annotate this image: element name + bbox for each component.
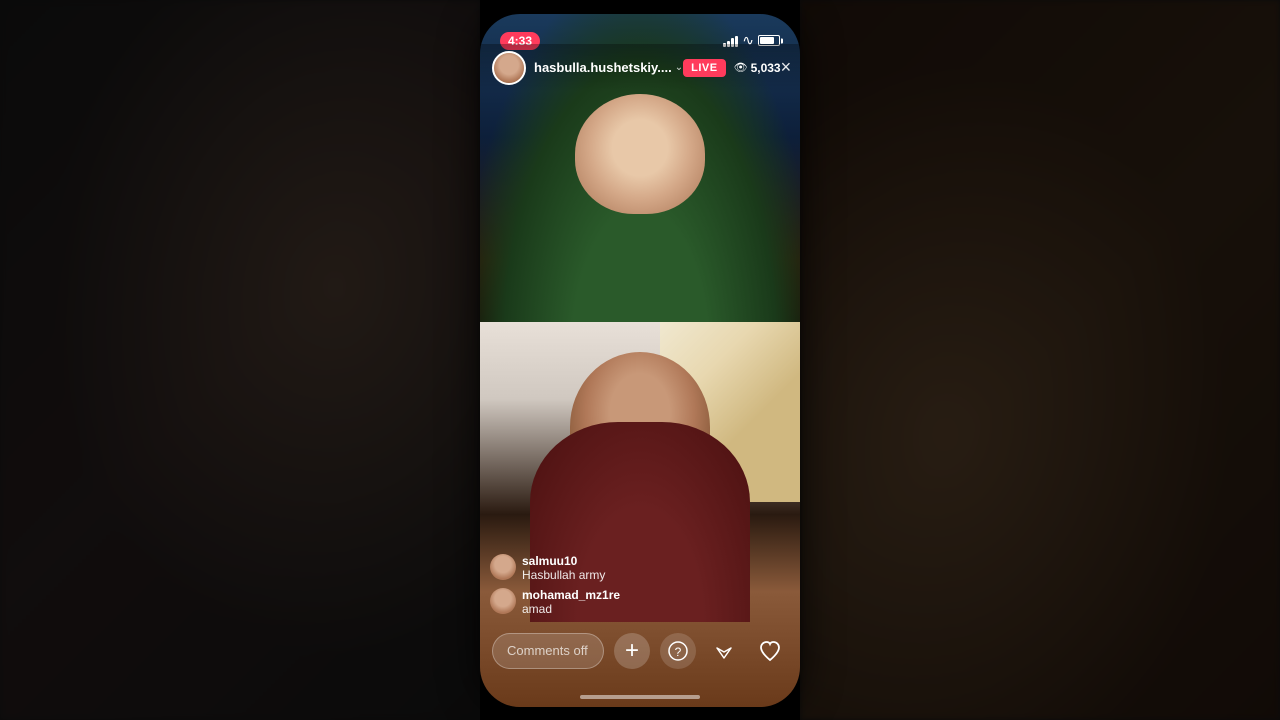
eye-icon: 👁	[734, 61, 748, 74]
viewer-count-text: 5,033	[751, 61, 781, 75]
background-right	[800, 0, 1280, 720]
avatar-face-1	[490, 554, 516, 580]
phone-screen: 4:33 ∿	[480, 14, 800, 707]
comment-message-1: Hasbullah army	[522, 568, 790, 582]
bg-left-blur	[0, 0, 480, 720]
question-icon: ?	[668, 641, 688, 661]
face-shape	[575, 94, 705, 214]
bg-right-blur	[800, 0, 1280, 720]
comment-input-field[interactable]: Comments off	[492, 633, 604, 669]
avatar-face	[494, 53, 524, 83]
comment-avatar-2	[490, 588, 516, 614]
comment-message-2: amad	[522, 602, 790, 616]
comment-text-1: salmuu10 Hasbullah army	[522, 554, 790, 582]
add-button[interactable]: +	[614, 633, 650, 669]
top-person-face	[540, 64, 740, 294]
background-left	[0, 0, 480, 720]
home-indicator	[580, 695, 700, 699]
svg-text:?: ?	[675, 645, 682, 659]
viewer-count-area: 👁 5,033	[734, 61, 781, 75]
comment-username-1: salmuu10	[522, 554, 790, 568]
comment-item: salmuu10 Hasbullah army	[490, 554, 790, 582]
username-area[interactable]: hasbulla.hushetskiy.... ⌄	[534, 60, 683, 75]
comments-overlay: salmuu10 Hasbullah army mohamad_mz1re am…	[480, 554, 800, 622]
action-bar: Comments off + ?	[480, 625, 800, 677]
live-badge: LIVE	[683, 59, 725, 77]
comment-text-2: mohamad_mz1re amad	[522, 588, 790, 616]
streamer-avatar	[492, 51, 526, 85]
chevron-down-icon: ⌄	[675, 62, 683, 73]
comment-username-2: mohamad_mz1re	[522, 588, 790, 602]
heart-icon	[758, 639, 782, 663]
comment-item-2: mohamad_mz1re amad	[490, 588, 790, 616]
close-button[interactable]: ×	[781, 57, 792, 78]
question-button[interactable]: ?	[660, 633, 696, 669]
comment-placeholder: Comments off	[507, 643, 588, 658]
live-header-bar: hasbulla.hushetskiy.... ⌄ LIVE 👁 5,033 ×	[480, 44, 800, 92]
send-button[interactable]	[706, 633, 742, 669]
send-icon	[713, 640, 735, 662]
streamer-username: hasbulla.hushetskiy....	[534, 60, 672, 75]
heart-button[interactable]	[752, 633, 788, 669]
comment-avatar-1	[490, 554, 516, 580]
avatar-face-2	[490, 588, 516, 614]
